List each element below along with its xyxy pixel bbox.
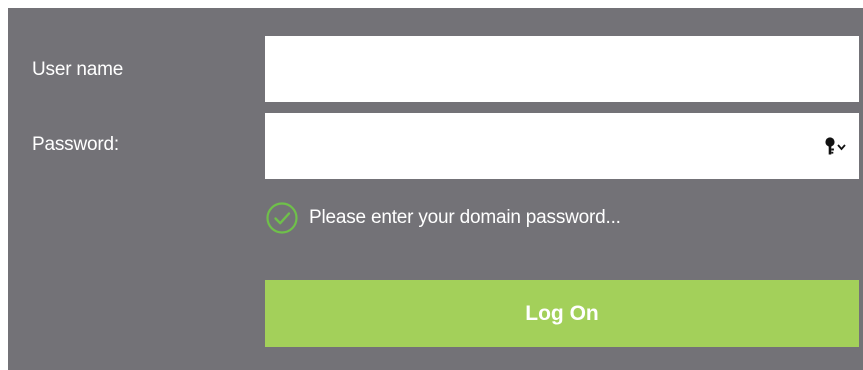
login-panel: User name Password: Please enter your do…: [8, 8, 863, 370]
hint-text: Please enter your domain password...: [309, 207, 621, 228]
log-on-button[interactable]: Log On: [265, 280, 859, 347]
password-hint: Please enter your domain password...: [265, 201, 621, 235]
username-label: User name: [32, 59, 124, 80]
password-input[interactable]: [265, 113, 859, 179]
username-input[interactable]: [265, 36, 859, 102]
check-circle-icon: [266, 202, 298, 234]
password-label: Password:: [32, 134, 119, 155]
key-dropdown-icon[interactable]: [822, 134, 852, 158]
